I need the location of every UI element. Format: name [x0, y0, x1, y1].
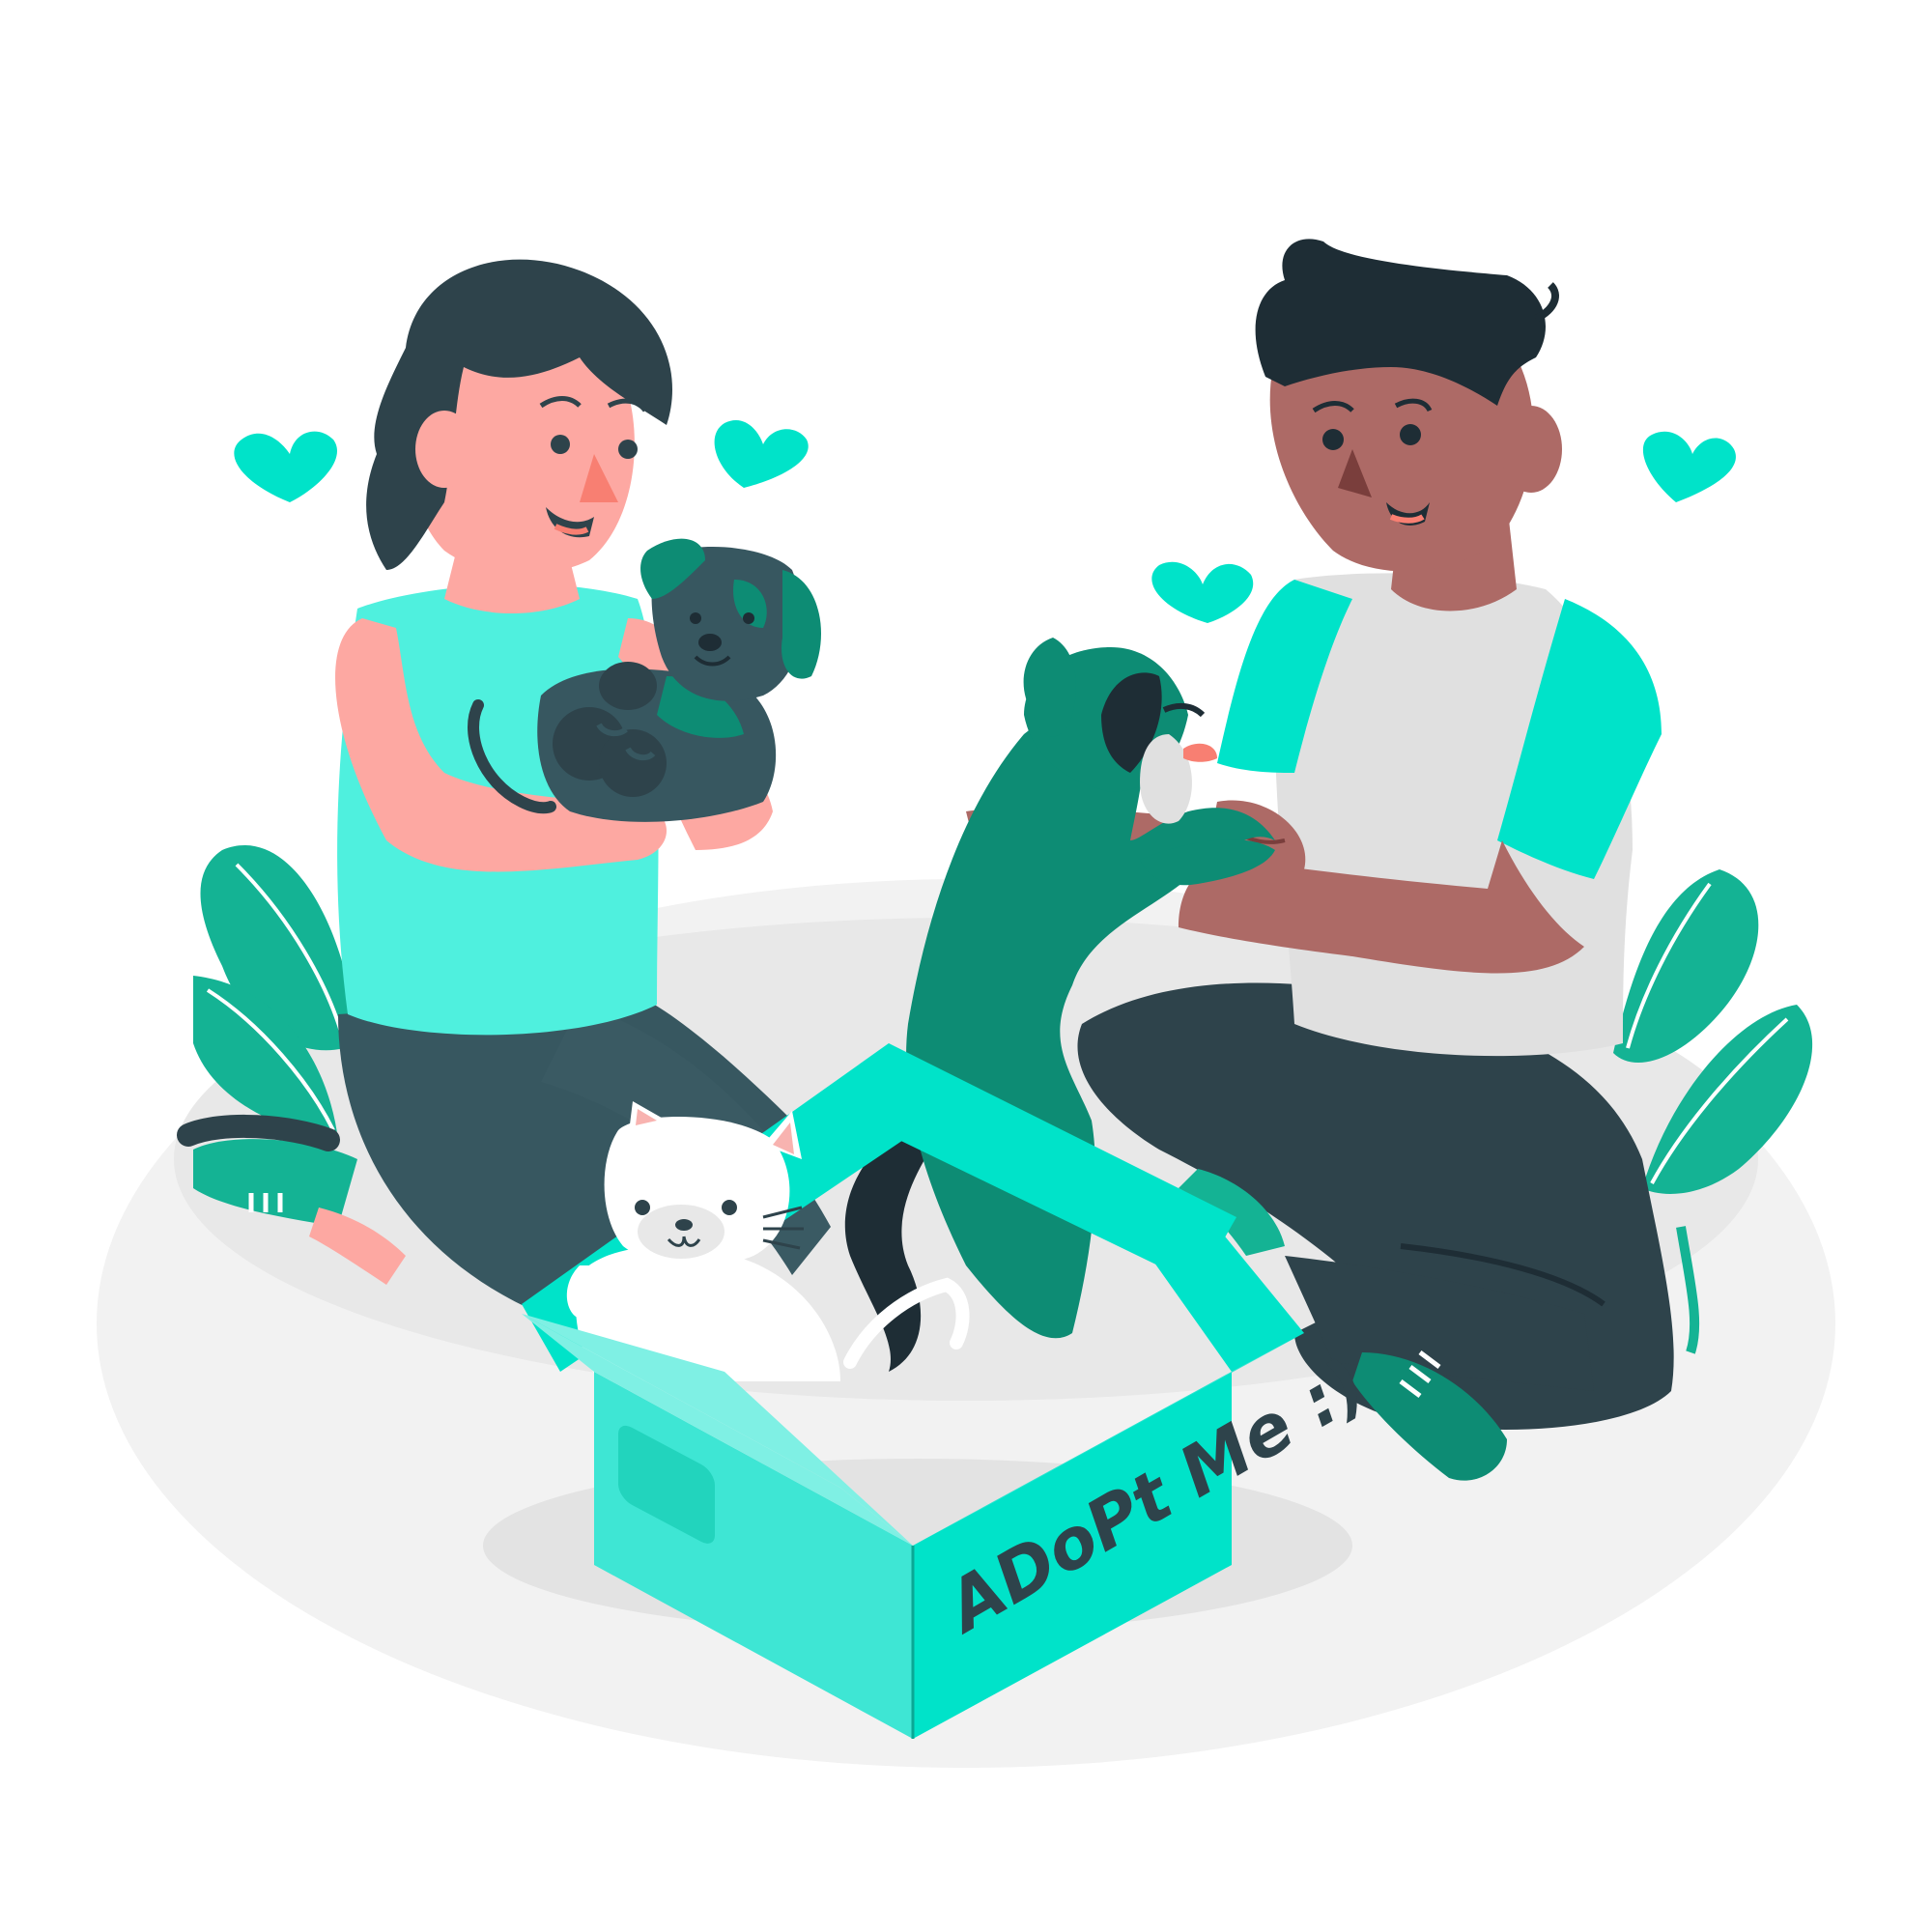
- cat-eye: [635, 1200, 650, 1215]
- woman-eye: [551, 435, 570, 454]
- man-eye: [1400, 424, 1421, 445]
- woman-ear: [415, 411, 473, 488]
- woman-eye: [618, 440, 638, 459]
- man-eye: [1322, 429, 1344, 450]
- dog-snout: [1140, 734, 1192, 824]
- adopt-pet-illustration: ADoPt Me :): [97, 239, 1835, 1768]
- puppy-ear: [781, 570, 821, 679]
- plant-leaf: [1613, 869, 1759, 1063]
- heart-icon: [1642, 431, 1736, 502]
- man-ear: [1500, 406, 1562, 493]
- cat-eye: [722, 1200, 737, 1215]
- dog-tongue: [1183, 743, 1217, 762]
- heart-icon: [234, 431, 337, 502]
- heart-icon: [1151, 561, 1254, 623]
- heart-icon: [714, 420, 809, 488]
